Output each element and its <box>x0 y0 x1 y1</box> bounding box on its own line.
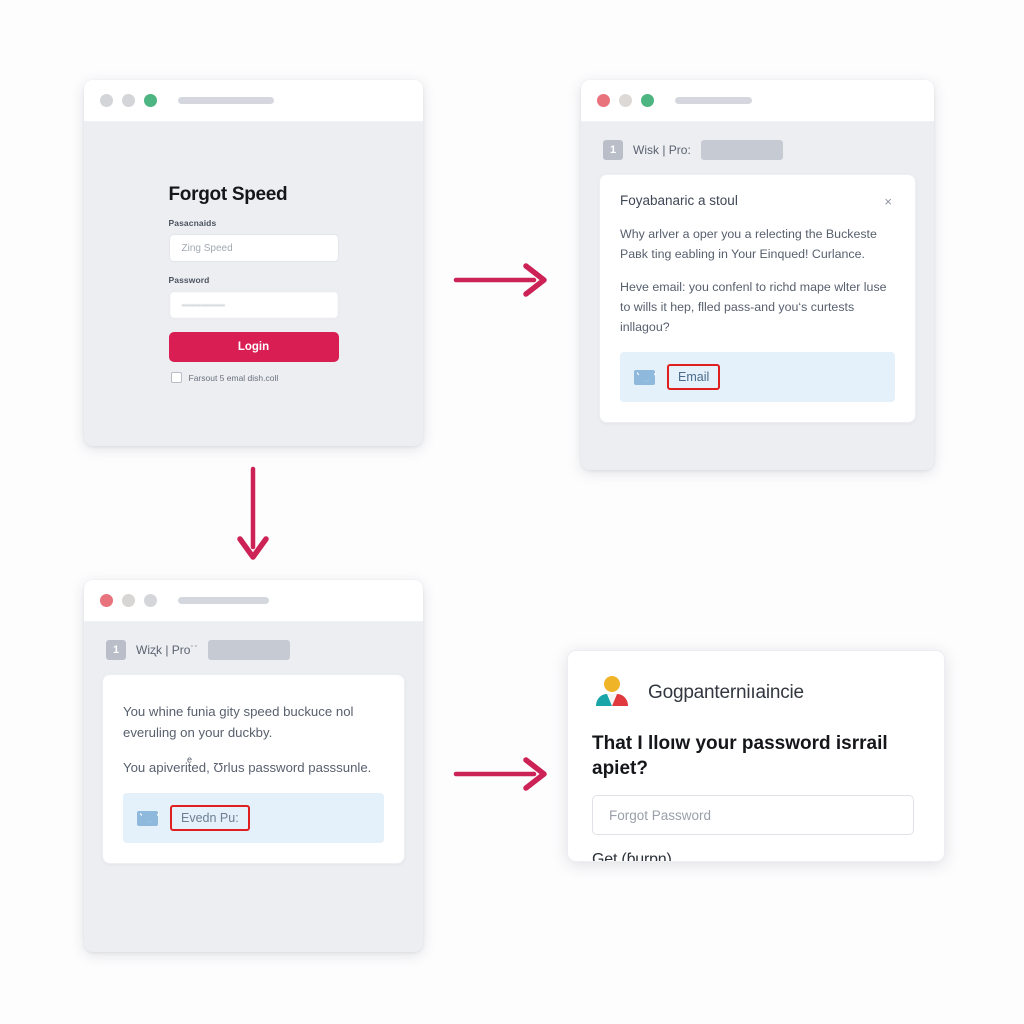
password-label: Password <box>168 275 210 285</box>
dialog-window-body: 1 Wisk | Pro: Foyabanaric a stoul × Why … <box>581 122 934 470</box>
login-window-address-bar[interactable] <box>178 97 274 104</box>
reset-instructions-card: Foyabanaric a stoul × Why arlver a oper … <box>599 174 916 424</box>
email-link[interactable]: Evedn Pu: <box>170 805 250 832</box>
mail-icon <box>634 369 655 385</box>
dialog-window-address-bar[interactable] <box>675 97 752 104</box>
traffic-light-maximize-icon[interactable] <box>144 94 157 107</box>
recovery-prompt-card: Gogpanterniıaincie That I lloıw your pas… <box>567 650 945 862</box>
page-title: Forgot Speed <box>168 184 288 205</box>
email-option-row[interactable]: Evedn Pu: <box>123 793 384 844</box>
people-group-icon <box>596 676 628 706</box>
prompt-brand: Gogpanterniıaincie <box>648 682 804 703</box>
prompt-footer-label: Get (ɓurɒŋ) <box>592 851 672 862</box>
card-paragraph-1: You whine funia gity speed buckuce nol e… <box>123 704 354 741</box>
traffic-light-minimize-icon[interactable] <box>122 594 135 607</box>
card-paragraph-2: Heve email: you confenl to richd mape wl… <box>620 280 887 335</box>
mail-icon <box>137 810 158 826</box>
traffic-light-close-icon[interactable] <box>597 94 610 107</box>
arrow-confirm-to-prompt <box>453 757 547 791</box>
step-label: Wisk | Pro: <box>633 143 691 157</box>
dialog-window-titlebar <box>581 80 934 122</box>
arrow-login-to-confirm <box>237 466 269 560</box>
login-form: Forgot Speed Pasacnaids Zing Speed Passw… <box>168 184 339 383</box>
step-number-badge: 1 <box>603 140 623 160</box>
confirmation-card: You whine funia gity speed buckuce nol e… <box>102 674 405 865</box>
username-input[interactable]: Zing Speed <box>168 234 339 262</box>
step-indicator-row: 1 Wiʐk | Pro˙˙ <box>84 622 423 660</box>
confirm-window-address-bar[interactable] <box>178 597 269 604</box>
remember-me-label: Farsout 5 emal dish.coll <box>188 372 279 383</box>
email-link[interactable]: Email <box>667 364 721 391</box>
traffic-light-maximize-icon[interactable] <box>641 94 654 107</box>
traffic-light-close-icon[interactable] <box>100 594 113 607</box>
email-option-row[interactable]: Email <box>620 352 895 403</box>
card-header: Foyabanaric a stoul × <box>620 193 895 210</box>
confirm-window-titlebar <box>84 580 423 622</box>
traffic-light-close-icon[interactable] <box>100 94 113 107</box>
traffic-light-maximize-icon[interactable] <box>144 594 157 607</box>
card-paragraph-2: You apiveritͤed, Ʊrlus password passsunl… <box>123 759 372 775</box>
remember-me-checkbox[interactable] <box>170 372 182 383</box>
close-icon[interactable]: × <box>881 193 895 210</box>
password-recovery-input[interactable]: Forgot Password <box>592 795 914 836</box>
traffic-light-minimize-icon[interactable] <box>122 94 135 107</box>
login-window: Forgot Speed Pasacnaids Zing Speed Passw… <box>84 80 423 446</box>
login-window-body: Forgot Speed Pasacnaids Zing Speed Passw… <box>84 122 423 446</box>
step-number-badge: 1 <box>106 640 126 660</box>
card-paragraph-1: Why arlver a oper you a relecting the Bu… <box>620 227 877 262</box>
traffic-light-minimize-icon[interactable] <box>619 94 632 107</box>
step-placeholder-bar <box>700 140 783 160</box>
login-window-titlebar <box>84 80 423 122</box>
prompt-header: Gogpanterniıaincie <box>592 673 914 713</box>
prompt-question: That I lloıw your password isrrail apiet… <box>592 733 888 780</box>
flow-diagram-canvas: Forgot Speed Pasacnaids Zing Speed Passw… <box>0 0 1024 1024</box>
username-label: Pasacnaids <box>168 218 217 228</box>
card-title: Foyabanaric a stoul <box>620 193 738 208</box>
step-placeholder-bar <box>208 640 291 660</box>
step-indicator-row: 1 Wisk | Pro: <box>581 122 934 160</box>
arrow-login-to-dialog <box>453 263 547 297</box>
login-button[interactable]: Login <box>168 332 339 362</box>
password-input[interactable]: •••••••••••••••••• <box>168 291 339 319</box>
confirm-window-body: 1 Wiʐk | Pro˙˙ You whine funia gity spee… <box>84 622 423 952</box>
step-label: Wiʐk | Pro˙˙ <box>136 643 199 657</box>
remember-me-row[interactable]: Farsout 5 emal dish.coll <box>169 372 339 383</box>
dialog-window: 1 Wisk | Pro: Foyabanaric a stoul × Why … <box>581 80 934 470</box>
confirm-window: 1 Wiʐk | Pro˙˙ You whine funia gity spee… <box>84 580 423 952</box>
